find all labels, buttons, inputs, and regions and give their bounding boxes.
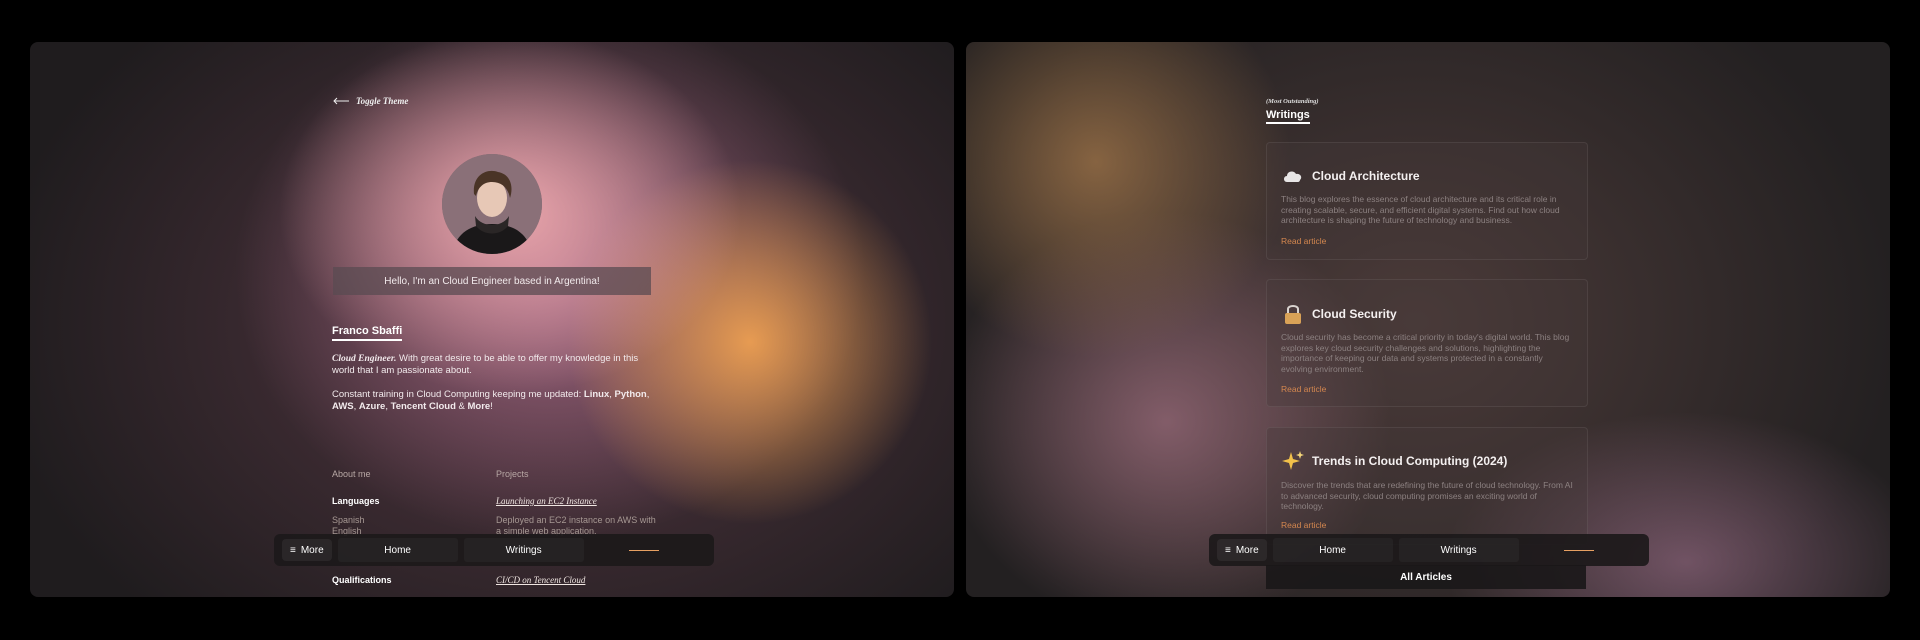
nav-home[interactable]: Home: [338, 538, 458, 562]
about-me-heading: About me: [332, 469, 371, 479]
and-word: &: [458, 401, 465, 412]
read-article-link[interactable]: Read article: [1281, 384, 1326, 394]
more-label: More: [300, 544, 324, 556]
bottom-nav: ≡ More Home Writings: [274, 534, 714, 566]
sparkles-icon: [1282, 451, 1304, 470]
more-button[interactable]: ≡ More: [1217, 539, 1267, 561]
bottom-nav: ≡ More Home Writings: [1209, 534, 1649, 566]
bio-intro: Cloud Engineer. With great desire to be …: [332, 353, 652, 377]
nav-writings[interactable]: Writings: [464, 538, 584, 562]
all-articles-button[interactable]: All Articles: [1266, 565, 1586, 589]
card-desc: This blog explores the essence of cloud …: [1281, 194, 1560, 225]
skill-item: Linux: [583, 389, 610, 400]
projects-heading: Projects: [496, 469, 529, 479]
article-card[interactable]: Cloud Security Cloud security has become…: [1266, 279, 1588, 407]
skill-item: Tencent Cloud: [390, 401, 456, 412]
nav-indicator: [1563, 549, 1594, 551]
avatar: [442, 154, 542, 254]
avatar-portrait: [442, 154, 542, 254]
greeting-banner: Hello, I'm an Cloud Engineer based in Ar…: [333, 267, 651, 295]
language-item: Spanish: [332, 515, 365, 525]
menu-icon: ≡: [290, 544, 296, 556]
project-link-ec2[interactable]: Launching an EC2 Instance: [496, 496, 597, 506]
writings-title: Writings: [1266, 109, 1310, 124]
languages-heading: Languages: [332, 496, 380, 506]
profile-name: Franco Sbaffi: [332, 325, 403, 341]
writings-eyebrow: (Most Outstanding): [1266, 98, 1319, 105]
read-article-link[interactable]: Read article: [1281, 236, 1326, 246]
card-header: Cloud Architecture: [1281, 164, 1420, 188]
article-card[interactable]: Trends in Cloud Computing (2024) Discove…: [1266, 427, 1588, 545]
card-desc: Discover the trends that are redefining …: [1281, 480, 1573, 511]
toggle-theme-button[interactable]: Toggle Theme: [332, 96, 408, 106]
lock-icon: [1285, 305, 1301, 324]
skill-item: Python: [614, 389, 647, 400]
skill-item: Azure: [358, 401, 386, 412]
card-title: Trends in Cloud Computing (2024): [1312, 454, 1508, 468]
nav-writings[interactable]: Writings: [1399, 538, 1519, 562]
more-label: More: [1235, 544, 1259, 556]
bio-training: Constant training in Cloud Computing kee…: [332, 389, 650, 412]
training-text: Constant training in Cloud Computing kee…: [332, 389, 584, 400]
menu-icon: ≡: [1225, 544, 1231, 556]
card-desc: Cloud security has become a critical pri…: [1281, 332, 1570, 374]
cloud-icon: [1284, 171, 1302, 182]
nav-indicator: [628, 549, 659, 551]
home-panel: Toggle Theme Hello, I'm an Cloud Enginee…: [30, 42, 954, 597]
qualifications-heading: Qualifications: [332, 575, 392, 585]
arrow-left-icon: [333, 97, 349, 105]
card-title: Cloud Security: [1312, 307, 1397, 321]
skill-item: AWS: [332, 401, 354, 412]
bio-role: Cloud Engineer.: [332, 354, 397, 364]
toggle-theme-label: Toggle Theme: [356, 96, 409, 106]
article-card[interactable]: Cloud Architecture This blog explores th…: [1266, 142, 1588, 260]
more-button[interactable]: ≡ More: [282, 539, 332, 561]
project-link-cicd[interactable]: CI/CD on Tencent Cloud: [496, 575, 585, 585]
card-title: Cloud Architecture: [1312, 169, 1420, 183]
card-header: Trends in Cloud Computing (2024): [1281, 449, 1507, 473]
read-article-link[interactable]: Read article: [1281, 520, 1326, 530]
skill-item: More: [467, 401, 491, 412]
card-header: Cloud Security: [1281, 302, 1397, 326]
writings-panel: (Most Outstanding) Writings Cloud Archit…: [966, 42, 1890, 597]
nav-home[interactable]: Home: [1273, 538, 1393, 562]
